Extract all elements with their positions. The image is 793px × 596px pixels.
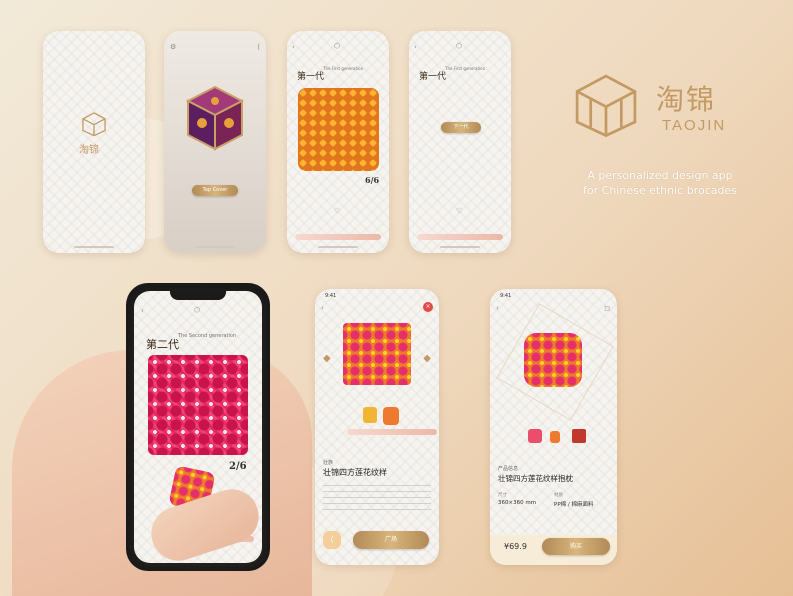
close-icon[interactable]: × (423, 302, 433, 312)
share-button[interactable]: ⟨ (323, 531, 341, 549)
pattern-description (323, 485, 431, 513)
back-icon[interactable]: ‹ (141, 307, 144, 315)
progress-bar (295, 234, 381, 240)
phone-pattern-detail: 9:41 ‹ × ◆ ◆ 壮族 壮锦四方莲花纹样 ⟨ 广场 (315, 289, 439, 565)
plaza-button[interactable]: 广场 (353, 531, 429, 549)
status-time: 9:41 (325, 293, 337, 299)
product-label: 产品信息 (498, 466, 519, 472)
heart-icon[interactable]: ♡ (456, 207, 462, 215)
back-icon[interactable]: ‹ (414, 43, 417, 51)
material-label: 材质 (554, 493, 563, 498)
buy-button[interactable]: 购买 (542, 538, 610, 555)
chevron-left-icon[interactable]: ◆ (323, 353, 331, 364)
generation-title: 第一代 (419, 72, 447, 82)
generation-subtitle: The First generation (323, 66, 364, 71)
back-icon[interactable]: ‹ (321, 304, 324, 312)
brand-name-cn: 淘锦 (656, 83, 717, 116)
generation-title: 第一代 (297, 72, 325, 82)
next-generation-button[interactable]: 下一代 (441, 122, 481, 133)
brocade-pattern-image (298, 88, 379, 171)
tagline-line-2: for Chinese ethnic brocades (583, 184, 737, 197)
progress-bar (347, 429, 437, 435)
notch (170, 291, 226, 300)
generation-title: 第二代 (146, 338, 179, 351)
splash-logo-text: 淘锦 (79, 145, 99, 156)
back-icon[interactable]: ‹ (496, 304, 499, 312)
tagline: A personalized design app for Chinese et… (552, 168, 768, 198)
phone-cover: ⚙ ⟨ Tap Cover (164, 31, 266, 253)
price: ¥69.9 (504, 542, 527, 551)
chevron-right-icon[interactable]: ◆ (423, 353, 431, 364)
cart-icon[interactable]: ◻ (604, 304, 610, 312)
phone-first-generation-next: ‹ ⬡ 第一代 The First generation 下一代 ♡ (409, 31, 511, 253)
back-icon[interactable]: ‹ (292, 43, 295, 51)
size-number: 360×360 (498, 500, 524, 506)
size-label: 尺寸 (498, 493, 507, 498)
share-icon[interactable]: ⟨ (257, 43, 260, 51)
material-value: PP棉 / 棉麻面料 (554, 502, 594, 508)
bag-thumb[interactable] (572, 429, 586, 443)
progress-bar (417, 234, 503, 240)
cube-icon: ⬡ (194, 306, 201, 314)
cube-icon: ⬡ (334, 42, 341, 50)
phone-first-generation: ‹ ⬡ 第一代 The First generation 6/6 ♡ (287, 31, 389, 253)
generation-subtitle: The First generation (445, 66, 486, 71)
category-label: 壮族 (323, 460, 334, 466)
gear-icon[interactable]: ⚙ (170, 43, 176, 51)
pillow-thumb-2[interactable] (550, 431, 560, 443)
phone-product-detail: 9:41 ‹ ◻ 产品信息 壮锦四方莲花纹样抱枕 尺寸 360×360 mm 材… (490, 289, 617, 565)
product-title: 壮锦四方莲花纹样抱枕 (498, 474, 573, 483)
home-indicator (440, 246, 480, 248)
brocade-cube-icon (185, 85, 245, 151)
cube-icon: ⬡ (456, 42, 463, 50)
pillow-image (524, 333, 582, 387)
status-time: 9:41 (500, 293, 512, 299)
brocade-pattern-image (343, 323, 411, 385)
generation-subtitle: The Second generation (178, 333, 237, 339)
home-indicator (74, 246, 114, 248)
brocade-pattern-image (148, 355, 248, 455)
size-unit: mm (525, 500, 537, 506)
cushion-product[interactable] (383, 407, 399, 425)
brand-name-en: TAOJIN (662, 117, 727, 134)
home-indicator (195, 246, 235, 248)
tap-cover-button[interactable]: Tap Cover (192, 185, 238, 196)
pattern-count: 6/6 (365, 175, 380, 185)
taojin-logo-icon (575, 74, 637, 138)
pillow-thumb[interactable] (528, 429, 542, 443)
tagline-line-1: A personalized design app (587, 169, 733, 182)
phone-splash: 淘锦 (43, 31, 145, 253)
size-value: 360×360 mm (498, 500, 536, 506)
pattern-title: 壮锦四方莲花纹样 (323, 468, 387, 477)
heart-icon[interactable]: ♡ (334, 207, 340, 215)
home-indicator (318, 246, 358, 248)
pattern-count: 2/6 (229, 461, 247, 472)
taojin-logo-icon (82, 112, 106, 137)
pillow-product[interactable] (363, 407, 377, 423)
